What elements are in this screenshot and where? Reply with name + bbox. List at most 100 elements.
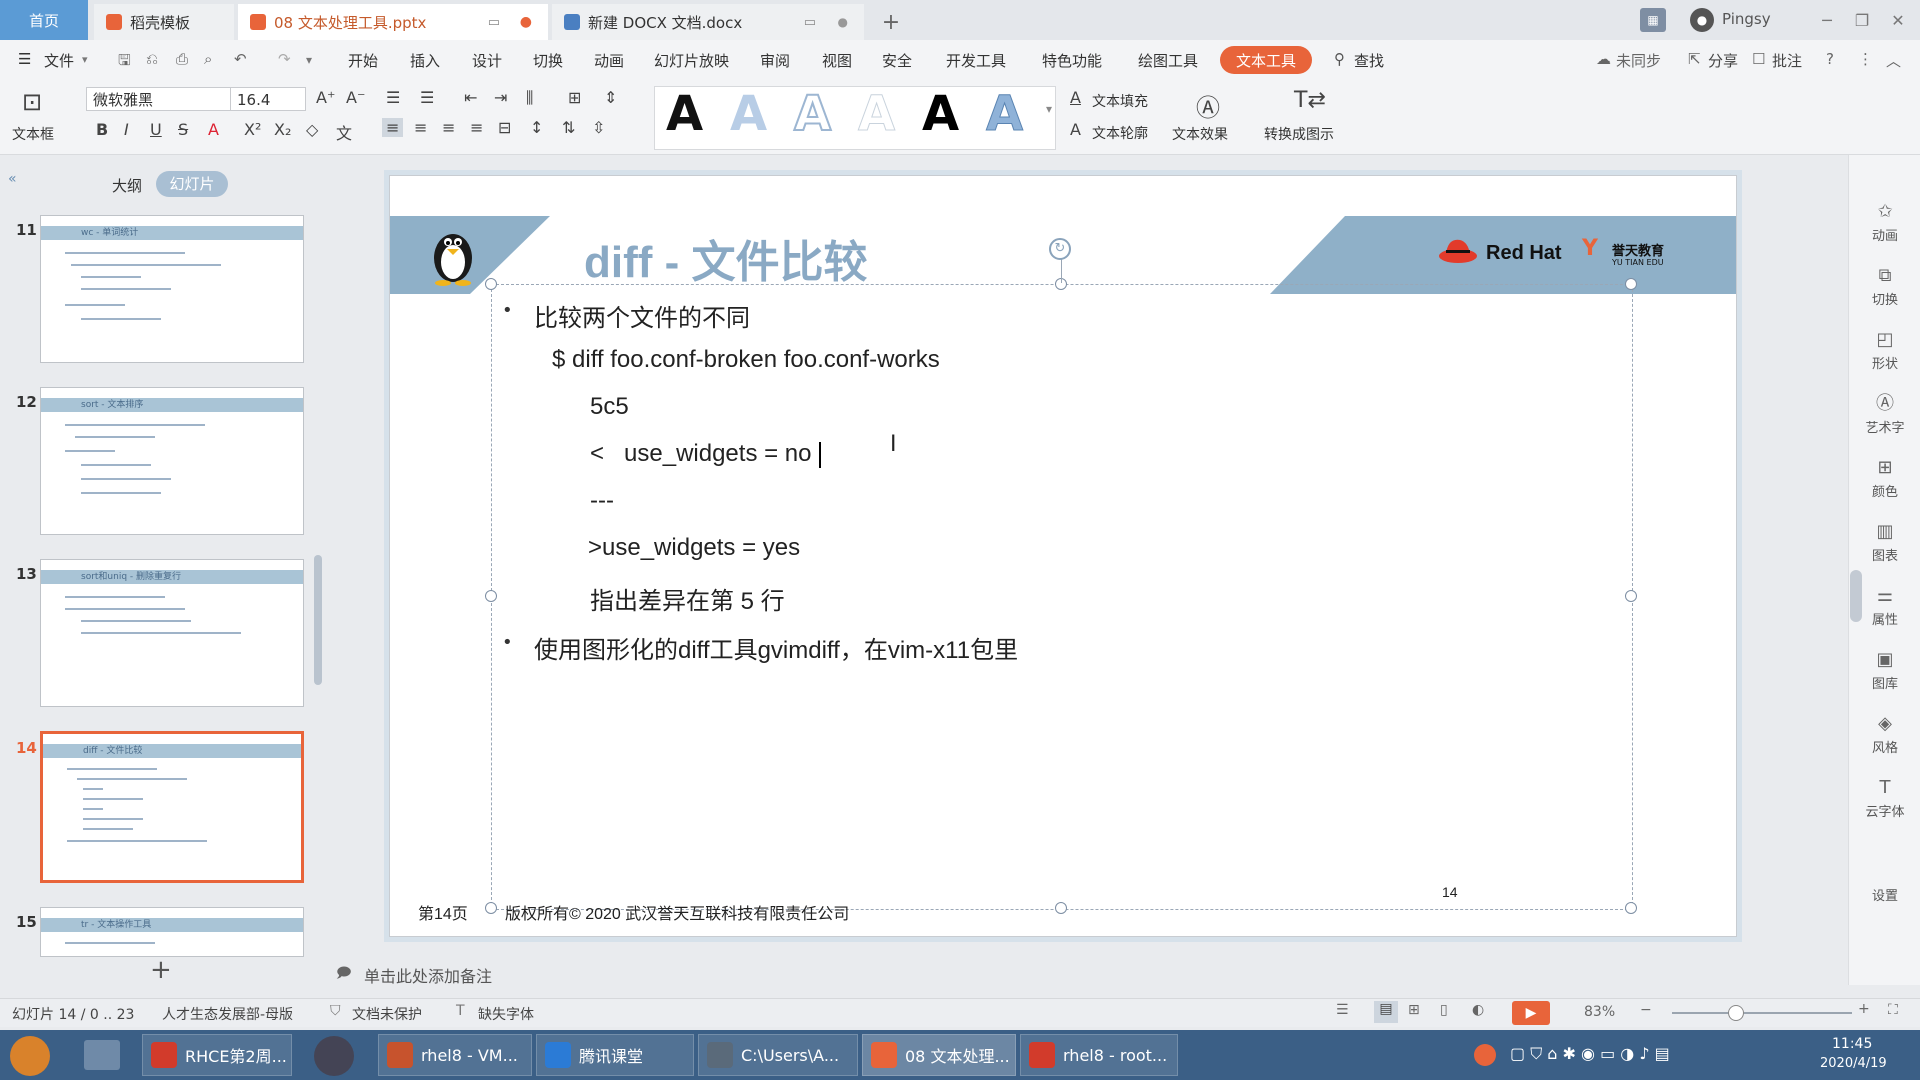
clock-time[interactable]: 11:45 xyxy=(1832,1036,1872,1052)
menu-security[interactable]: 安全 xyxy=(882,50,912,71)
notes-placeholder[interactable]: 单击此处添加备注 xyxy=(364,963,492,987)
text-outline-icon[interactable]: A xyxy=(1070,120,1081,139)
menu-features[interactable]: 特色功能 xyxy=(1042,50,1102,71)
taskbar-item-tencent[interactable]: 腾讯课堂 xyxy=(536,1034,694,1076)
text-direction-icon[interactable]: ⊞ xyxy=(568,88,581,107)
clock-date[interactable]: 2020/4/19 xyxy=(1820,1056,1887,1071)
play-slideshow-icon[interactable]: ▶ xyxy=(1512,1001,1550,1025)
font-family-select[interactable]: 微软雅黑 xyxy=(86,87,232,111)
paragraph-spacing-icon[interactable]: ⇅ xyxy=(562,118,575,137)
zoom-slider[interactable] xyxy=(1672,1012,1852,1014)
taskbar-item-rhce[interactable]: RHCE第2周... xyxy=(142,1034,292,1076)
taskbar-item-explorer[interactable]: C:\Users\A... xyxy=(698,1034,858,1076)
cloud-font-tool[interactable]: T 云字体 xyxy=(1849,777,1920,820)
convert-icon[interactable]: T⇄ xyxy=(1294,88,1326,113)
comment-button[interactable]: 批注 xyxy=(1772,50,1802,71)
text-effect-button[interactable]: 文本效果 xyxy=(1172,124,1228,144)
notes-toggle-icon[interactable]: ☰ xyxy=(1336,1002,1349,1018)
menu-start[interactable]: 开始 xyxy=(348,50,378,71)
gallery-tool[interactable]: ▣ 图库 xyxy=(1849,649,1920,692)
diff-command[interactable]: $ diff foo.conf-broken foo.conf-works xyxy=(552,346,940,374)
template-name[interactable]: 人才生态发展部-母版 xyxy=(162,1004,293,1024)
columns-icon[interactable]: ⫼ xyxy=(526,88,533,108)
font-size-select[interactable]: 16.4 xyxy=(230,87,306,111)
resize-handle[interactable] xyxy=(485,590,497,602)
menu-view[interactable]: 视图 xyxy=(822,50,852,71)
superscript-icon[interactable]: X² xyxy=(244,120,261,139)
animation-tool[interactable]: ✩ 动画 xyxy=(1849,201,1920,244)
wordart-style-black[interactable]: A xyxy=(666,88,703,140)
tab-home[interactable]: 首页 xyxy=(0,0,88,40)
taskbar-item-terminal[interactable]: rhel8 - root... xyxy=(1020,1034,1178,1076)
shrink-font-icon[interactable]: A⁻ xyxy=(346,88,365,107)
hamburger-icon[interactable]: ☰ xyxy=(18,50,31,68)
menu-text-tools[interactable]: 文本工具 xyxy=(1220,46,1312,74)
comment-icon[interactable]: ☐ xyxy=(1752,50,1765,68)
menu-file[interactable]: 文件 xyxy=(44,50,74,71)
align-center-icon[interactable]: ≡ xyxy=(414,118,427,137)
zoom-out-icon[interactable]: − xyxy=(1640,1002,1652,1018)
justify-icon[interactable]: ≡ xyxy=(470,118,483,137)
align-right-icon[interactable]: ≡ xyxy=(442,118,455,137)
chart-tool[interactable]: ▥ 图表 xyxy=(1849,521,1920,564)
resize-handle[interactable] xyxy=(1625,278,1637,290)
bullet-compare-files[interactable]: 比较两个文件的不同 xyxy=(534,298,750,333)
more-vertical-icon[interactable]: ⋮ xyxy=(1858,50,1873,68)
text-effect-icon[interactable]: Ⓐ xyxy=(1196,88,1220,123)
start-button-icon[interactable] xyxy=(10,1036,50,1076)
wordart-style-outline[interactable]: A xyxy=(793,87,832,141)
share-button[interactable]: 分享 xyxy=(1708,50,1738,71)
color-tool[interactable]: ⊞ 颜色 xyxy=(1849,457,1920,500)
layout-icon[interactable]: ▦ xyxy=(1640,8,1666,32)
menu-review[interactable]: 审阅 xyxy=(760,50,790,71)
close-icon[interactable]: ✕ xyxy=(1886,8,1910,32)
slide-thumbnail-13[interactable]: sort和uniq - 删除重复行 xyxy=(40,559,304,707)
resize-handle[interactable] xyxy=(485,902,497,914)
restore-icon[interactable]: ❐ xyxy=(1850,8,1874,32)
resize-handle[interactable] xyxy=(1625,590,1637,602)
style-tool[interactable]: ◈ 风格 xyxy=(1849,713,1920,756)
slide-title[interactable]: diff - 文件比较 xyxy=(584,226,868,290)
convert-to-diagram-button[interactable]: 转换成图示 xyxy=(1264,124,1334,144)
ime-icon[interactable] xyxy=(1474,1044,1496,1066)
underline-icon[interactable]: U xyxy=(150,120,162,139)
tab-docer-templates[interactable]: 稻壳模板 xyxy=(94,4,234,40)
slide-thumbnail-15[interactable]: tr - 文本操作工具 xyxy=(40,907,304,957)
normal-view-icon[interactable]: ▤ xyxy=(1374,1001,1398,1023)
text-outline-button[interactable]: 文本轮廓 xyxy=(1092,123,1148,143)
menu-insert[interactable]: 插入 xyxy=(410,50,440,71)
wordart-style-light-blue[interactable]: A xyxy=(730,88,767,140)
zoom-level[interactable]: 83% xyxy=(1584,1004,1615,1020)
slides-tab[interactable]: 幻灯片 xyxy=(156,171,228,197)
align-text-icon[interactable]: ⇕ xyxy=(604,88,617,107)
menu-transition[interactable]: 切换 xyxy=(533,50,563,71)
line-spacing-icon[interactable]: ↕ xyxy=(530,118,543,137)
rotate-handle-icon[interactable]: ↻ xyxy=(1049,238,1071,260)
slide-thumbnail-11[interactable]: wc - 单词统计 xyxy=(40,215,304,363)
share-icon[interactable]: ⇱ xyxy=(1688,50,1701,68)
slide-canvas[interactable]: diff - 文件比较 Red Hat Y 誉天教育 YU TIAN EDU ↻… xyxy=(390,176,1736,936)
italic-icon[interactable]: I xyxy=(124,120,129,139)
collapse-ribbon-icon[interactable]: ︿ xyxy=(1886,50,1901,71)
monitor-icon[interactable]: ▭ xyxy=(488,15,500,30)
zoom-in-icon[interactable]: + xyxy=(1858,1001,1870,1017)
tray-icons[interactable]: ▢ ⛉ ⌂ ✱ ◉ ▭ ◑ ♪ ▤ xyxy=(1510,1044,1670,1064)
missing-fonts[interactable]: 缺失字体 xyxy=(478,1004,534,1024)
outline-tab[interactable]: 大纲 xyxy=(112,175,142,196)
menu-drawing-tools[interactable]: 绘图工具 xyxy=(1138,50,1198,71)
align-left-icon[interactable]: ≡ xyxy=(382,118,404,137)
redo-icon[interactable]: ↷ xyxy=(278,50,291,68)
chevron-down-icon[interactable]: ▾ xyxy=(82,53,88,66)
wordart-style-blue[interactable]: A xyxy=(985,88,1023,141)
sogou-app-icon[interactable] xyxy=(314,1036,354,1076)
pinyin-icon[interactable]: 文 xyxy=(336,120,352,144)
gallery-scroll-icon[interactable]: ▾ xyxy=(1046,102,1052,116)
sorter-view-icon[interactable]: ⊞ xyxy=(1408,1002,1420,1018)
zoom-slider-thumb[interactable] xyxy=(1728,1005,1744,1021)
text-fill-button[interactable]: 文本填充 xyxy=(1092,91,1148,111)
diff-output-new[interactable]: >use_widgets = yes xyxy=(588,534,800,562)
sync-icon[interactable]: ☁ xyxy=(1596,50,1611,68)
diff-output-old[interactable]: < use_widgets = no xyxy=(590,440,811,468)
subscript-icon[interactable]: X₂ xyxy=(274,120,291,139)
distribute-icon[interactable]: ⊟ xyxy=(498,118,511,137)
